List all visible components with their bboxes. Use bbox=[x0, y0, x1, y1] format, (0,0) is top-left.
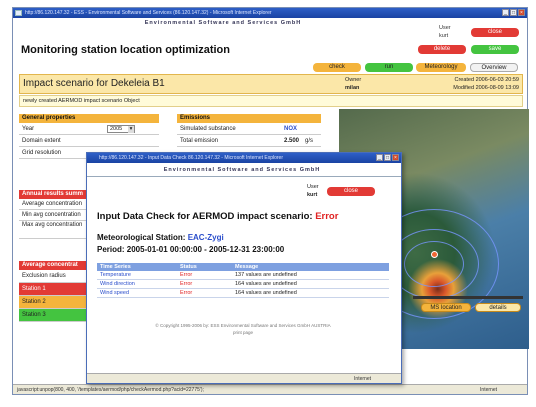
print-link[interactable]: print page bbox=[97, 330, 389, 335]
average-concentration-header: Average concentrat bbox=[19, 261, 89, 270]
browser-icon bbox=[15, 10, 22, 16]
table-row: Wind speed Error 164 values are undefine… bbox=[97, 288, 389, 298]
dialog-close-button[interactable]: close bbox=[327, 187, 375, 196]
zone-label: Internet bbox=[480, 387, 497, 393]
series-name[interactable]: Temperature bbox=[97, 271, 177, 280]
dialog-footer: © Copyright 1995-2006 by: ESS Environmen… bbox=[155, 323, 331, 328]
annual-results-header: Annual results summ bbox=[19, 190, 89, 199]
chevron-down-icon: ▾ bbox=[128, 126, 134, 133]
substance-label: Simulated substance bbox=[180, 126, 236, 132]
emissions-header: Emissions bbox=[177, 114, 321, 123]
maximize-icon[interactable]: □ bbox=[510, 9, 517, 16]
dialog-user-label: User bbox=[307, 184, 319, 190]
series-message: 137 values are undefined bbox=[232, 271, 389, 280]
browser-titlebar: http://86.120.147.32 - ESS - Environment… bbox=[13, 8, 527, 18]
owner-name: milan bbox=[345, 85, 360, 91]
total-emission-unit: g/s bbox=[305, 138, 314, 144]
station-2[interactable]: Station 2 bbox=[19, 296, 89, 309]
exclusion-radius-label: Exclusion radius bbox=[19, 270, 89, 283]
browser-statusbar: javascript:unpop(800, 400, '/templates/a… bbox=[13, 384, 527, 394]
dialog-user-name: kurt bbox=[307, 192, 318, 198]
maximize-icon[interactable]: □ bbox=[384, 154, 391, 161]
series-status: Error bbox=[177, 288, 232, 298]
screenshot: http://86.120.147.32 - ESS - Environment… bbox=[0, 0, 536, 407]
avg-concentration-label: Average concentration bbox=[19, 199, 89, 210]
browser-title: http://86.120.147.32 - ESS - Environment… bbox=[25, 10, 272, 16]
close-window-icon[interactable]: × bbox=[392, 154, 399, 161]
dialog-heading: Input Data Check for AERMOD impact scena… bbox=[97, 211, 338, 222]
status-text: javascript:unpop(800, 400, '/templates/a… bbox=[17, 387, 204, 393]
series-status: Error bbox=[177, 279, 232, 289]
dialog-title: http://86.120.147.32 - Input Data Check … bbox=[99, 155, 283, 161]
user-label: User bbox=[439, 25, 451, 31]
series-name[interactable]: Wind direction bbox=[97, 279, 177, 289]
table-row: Wind direction Error 164 values are unde… bbox=[97, 279, 389, 289]
dialog-heading-status: Error bbox=[315, 211, 339, 222]
page-title: Monitoring station location optimization bbox=[21, 44, 230, 56]
domain-extent-label: Domain extent bbox=[19, 135, 159, 147]
details-button[interactable]: details bbox=[475, 303, 521, 312]
substance-row: Simulated substance NOX bbox=[177, 123, 321, 135]
station-value[interactable]: EAC-Zygi bbox=[188, 233, 224, 242]
minimize-icon[interactable]: _ bbox=[502, 9, 509, 16]
dialog-titlebar: http://86.120.147.32 - Input Data Check … bbox=[87, 153, 401, 163]
series-name[interactable]: Wind speed bbox=[97, 288, 177, 298]
scenario-title: Impact scenario for Dekeleia B1 bbox=[23, 78, 165, 89]
year-label: Year bbox=[22, 126, 35, 132]
table-row: Temperature Error 137 values are undefin… bbox=[97, 271, 389, 280]
scenario-description: newly created AERMOD impact scenario Obj… bbox=[19, 95, 523, 107]
tab-overview[interactable]: Overview bbox=[470, 63, 518, 72]
column-header: Time Series bbox=[97, 263, 177, 271]
brand-header: Environmental Software and Services GmbH bbox=[144, 20, 302, 26]
station-line: Meteorological Station: EAC-Zygi bbox=[97, 233, 224, 242]
max-concentration-label: Max avg concentration bbox=[19, 221, 89, 239]
modified-date: Modified 2006-08-09 13:09 bbox=[453, 85, 519, 91]
user-name: kurt bbox=[439, 33, 449, 39]
close-button[interactable]: close bbox=[471, 28, 519, 37]
save-button[interactable]: save bbox=[471, 45, 519, 54]
tab-check[interactable]: check bbox=[313, 63, 361, 72]
year-row: Year 2005 ▾ bbox=[19, 123, 159, 135]
series-message: 164 values are undefined bbox=[232, 279, 389, 289]
close-window-icon[interactable]: × bbox=[518, 9, 525, 16]
series-message: 164 values are undefined bbox=[232, 288, 389, 298]
station-1[interactable]: Station 1 bbox=[19, 283, 89, 296]
window-controls: _ □ × bbox=[502, 9, 525, 16]
divider bbox=[87, 176, 401, 177]
delete-button[interactable]: delete bbox=[418, 45, 466, 54]
created-date: Created 2006-06-03 20:59 bbox=[454, 77, 519, 83]
dialog-heading-text: Input Data Check for AERMOD impact scena… bbox=[97, 211, 313, 222]
total-emission-row: Total emission 2.500 g/s bbox=[177, 135, 321, 147]
general-properties-header: General properties bbox=[19, 114, 159, 123]
minimize-icon[interactable]: _ bbox=[376, 154, 383, 161]
dialog-brand: Environmental Software and Services GmbH bbox=[163, 167, 321, 173]
total-emission-label: Total emission bbox=[180, 138, 219, 144]
tab-meteorology[interactable]: Meteorology bbox=[416, 63, 466, 72]
timeseries-table: Time Series Status Message Temperature E… bbox=[97, 263, 389, 298]
average-concentration-panel: Average concentrat Exclusion radius Stat… bbox=[19, 261, 89, 322]
source-marker-icon[interactable] bbox=[431, 251, 438, 258]
dialog-zone-label: Internet bbox=[354, 376, 371, 382]
annual-results-panel: Annual results summ Average concentratio… bbox=[19, 190, 89, 239]
column-header: Status bbox=[177, 263, 232, 271]
column-header: Message bbox=[232, 263, 389, 271]
owner-label: Owner bbox=[345, 77, 362, 83]
emissions-panel: Emissions Simulated substance NOX Total … bbox=[177, 114, 321, 147]
scenario-header: Impact scenario for Dekeleia B1 Owner mi… bbox=[19, 74, 523, 94]
period-line: Period: 2005-01-01 00:00:00 - 2005-12-31… bbox=[97, 245, 285, 254]
ms-location-button[interactable]: MS location bbox=[421, 303, 471, 312]
input-check-dialog: http://86.120.147.32 - Input Data Check … bbox=[86, 152, 402, 384]
series-status: Error bbox=[177, 271, 232, 280]
dialog-window-controls: _ □ × bbox=[376, 154, 399, 161]
dialog-statusbar: Internet bbox=[87, 373, 401, 383]
substance-value[interactable]: NOX bbox=[284, 123, 297, 134]
year-select[interactable]: 2005 ▾ bbox=[107, 125, 135, 133]
tab-run[interactable]: run bbox=[365, 63, 413, 72]
map-scale-bar bbox=[413, 296, 523, 299]
station-label: Meteorological Station: bbox=[97, 233, 186, 242]
min-concentration-label: Min avg concentration bbox=[19, 210, 89, 221]
total-emission-value: 2.500 bbox=[284, 138, 300, 144]
station-3[interactable]: Station 3 bbox=[19, 309, 89, 322]
